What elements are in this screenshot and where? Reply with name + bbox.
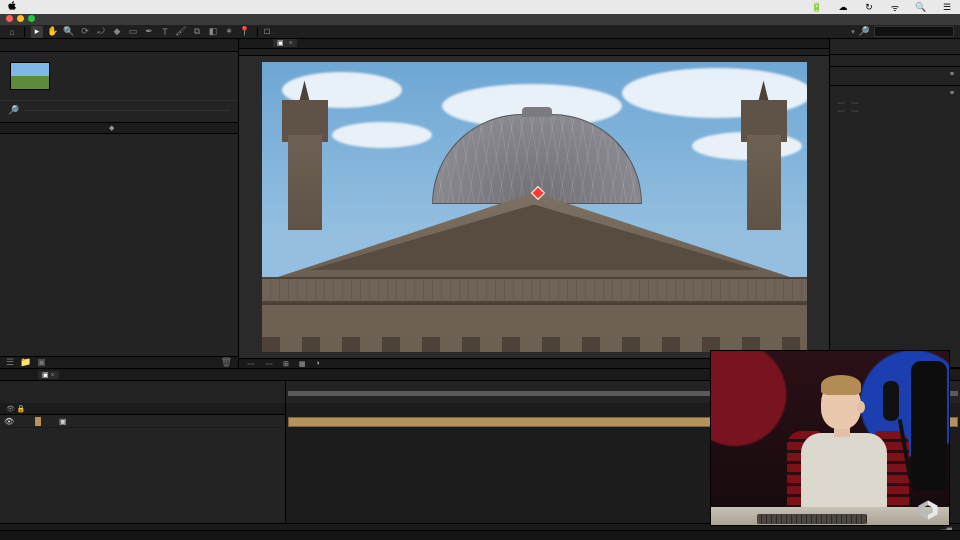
- macos-menu-bar: 🔋 ☁ ↻ ᯤ 🔍 ☰: [0, 0, 960, 14]
- project-item-list[interactable]: [0, 134, 238, 356]
- composition-viewer[interactable]: [262, 62, 807, 352]
- home-icon[interactable]: ⌂: [6, 26, 18, 38]
- resolution[interactable]: [265, 363, 273, 365]
- project-footer: ☰ 📁 ▣ 🗑: [0, 356, 238, 368]
- anchor-tool-icon[interactable]: ◆: [111, 26, 123, 38]
- eraser-tool-icon[interactable]: ◧: [207, 26, 219, 38]
- rect-tool-icon[interactable]: ▭: [127, 26, 139, 38]
- selected-item-thumbnail: [10, 62, 50, 90]
- right-panels: ≡ ≡: [829, 39, 960, 368]
- viewer-tabs: ▣ ×: [239, 39, 829, 49]
- comp-icon: ▣: [59, 417, 67, 426]
- battery-icon: 🔋: [812, 2, 822, 12]
- pen-tool-icon[interactable]: ✒: [143, 26, 155, 38]
- brush-tool-icon[interactable]: 🖌: [175, 26, 187, 38]
- zoom-tool-icon[interactable]: 🔍: [63, 26, 75, 38]
- presenter-webcam: [710, 350, 950, 526]
- mask-icon[interactable]: ◑: [316, 360, 320, 367]
- cloud-icon: ☁: [838, 2, 848, 12]
- microphone-icon: [883, 381, 899, 421]
- grid-icon[interactable]: ⊞: [283, 360, 289, 368]
- building-inscription: [262, 303, 807, 337]
- minimize-icon[interactable]: [17, 15, 24, 22]
- close-icon[interactable]: [6, 15, 13, 22]
- warp-stabilizer-button[interactable]: [850, 101, 860, 105]
- hand-tool-icon[interactable]: ✋: [47, 26, 59, 38]
- search-help-input[interactable]: [874, 26, 954, 37]
- guides-icon[interactable]: ▦: [299, 360, 306, 368]
- puppet-tool-icon[interactable]: 📍: [239, 26, 251, 38]
- snapping-toggle[interactable]: ☐: [264, 28, 270, 36]
- close-icon[interactable]: ×: [51, 372, 55, 379]
- wifi-icon: ᯤ: [890, 2, 900, 12]
- magnification[interactable]: [247, 363, 255, 365]
- new-comp-icon[interactable]: ▣: [37, 357, 46, 368]
- comp-breadcrumb[interactable]: [239, 49, 829, 57]
- preview-panel: [830, 55, 960, 67]
- apple-icon[interactable]: [8, 1, 17, 13]
- type-tool-icon[interactable]: T: [159, 26, 171, 38]
- spotlight-icon[interactable]: 🔍: [916, 2, 926, 12]
- tracker-panel: ≡: [830, 86, 960, 368]
- status-bar: [0, 530, 960, 540]
- project-panel: 🔎 ◆ ☰ 📁 ▣ 🗑: [0, 39, 239, 368]
- visibility-icon[interactable]: 👁: [4, 417, 13, 426]
- new-folder-icon[interactable]: 📁: [20, 357, 31, 368]
- tab-main-comp[interactable]: ▣ ×: [38, 371, 59, 379]
- info-panel: [830, 39, 960, 55]
- control-center-icon[interactable]: ☰: [942, 2, 952, 12]
- window-title-bar: [0, 14, 960, 25]
- stabilize-motion-button[interactable]: [850, 109, 860, 113]
- interpret-icon[interactable]: ☰: [6, 357, 14, 368]
- trash-icon[interactable]: 🗑: [221, 357, 232, 368]
- label-color[interactable]: [35, 417, 41, 426]
- layer-header: 👁 🔒: [0, 403, 285, 415]
- effects-presets-panel: ≡: [830, 67, 960, 86]
- keyboard: [757, 514, 867, 524]
- app-toolbar: ⌂ ▸ ✋ 🔍 ⟳ ⤾ ◆ ▭ ✒ T 🖌 ⧉ ◧ ✶ 📍 ☐ ▾ 🔎: [0, 25, 960, 39]
- orbit-tool-icon[interactable]: ⟳: [79, 26, 91, 38]
- col-label-icon[interactable]: ◆: [109, 124, 116, 132]
- workspace-switcher[interactable]: ▾: [851, 28, 855, 36]
- panel-menu-icon[interactable]: ≡: [950, 71, 954, 78]
- search-icon: 🔎: [8, 105, 19, 116]
- layer-row[interactable]: 👁 ▣: [0, 415, 285, 428]
- tab-composition[interactable]: ▣ ×: [273, 39, 297, 47]
- roto-tool-icon[interactable]: ✶: [223, 26, 235, 38]
- sync-icon: ↻: [864, 2, 874, 12]
- rotate-tool-icon[interactable]: ⤾: [95, 26, 107, 38]
- search-icon: 🔎: [859, 26, 870, 37]
- track-camera-button[interactable]: [836, 101, 846, 105]
- selection-tool-icon[interactable]: ▸: [31, 26, 43, 38]
- close-icon[interactable]: ×: [289, 40, 293, 47]
- panel-menu-icon[interactable]: ≡: [950, 90, 954, 97]
- track-motion-button[interactable]: [836, 109, 846, 113]
- stamp-tool-icon[interactable]: ⧉: [191, 26, 203, 38]
- zoom-icon[interactable]: [28, 15, 35, 22]
